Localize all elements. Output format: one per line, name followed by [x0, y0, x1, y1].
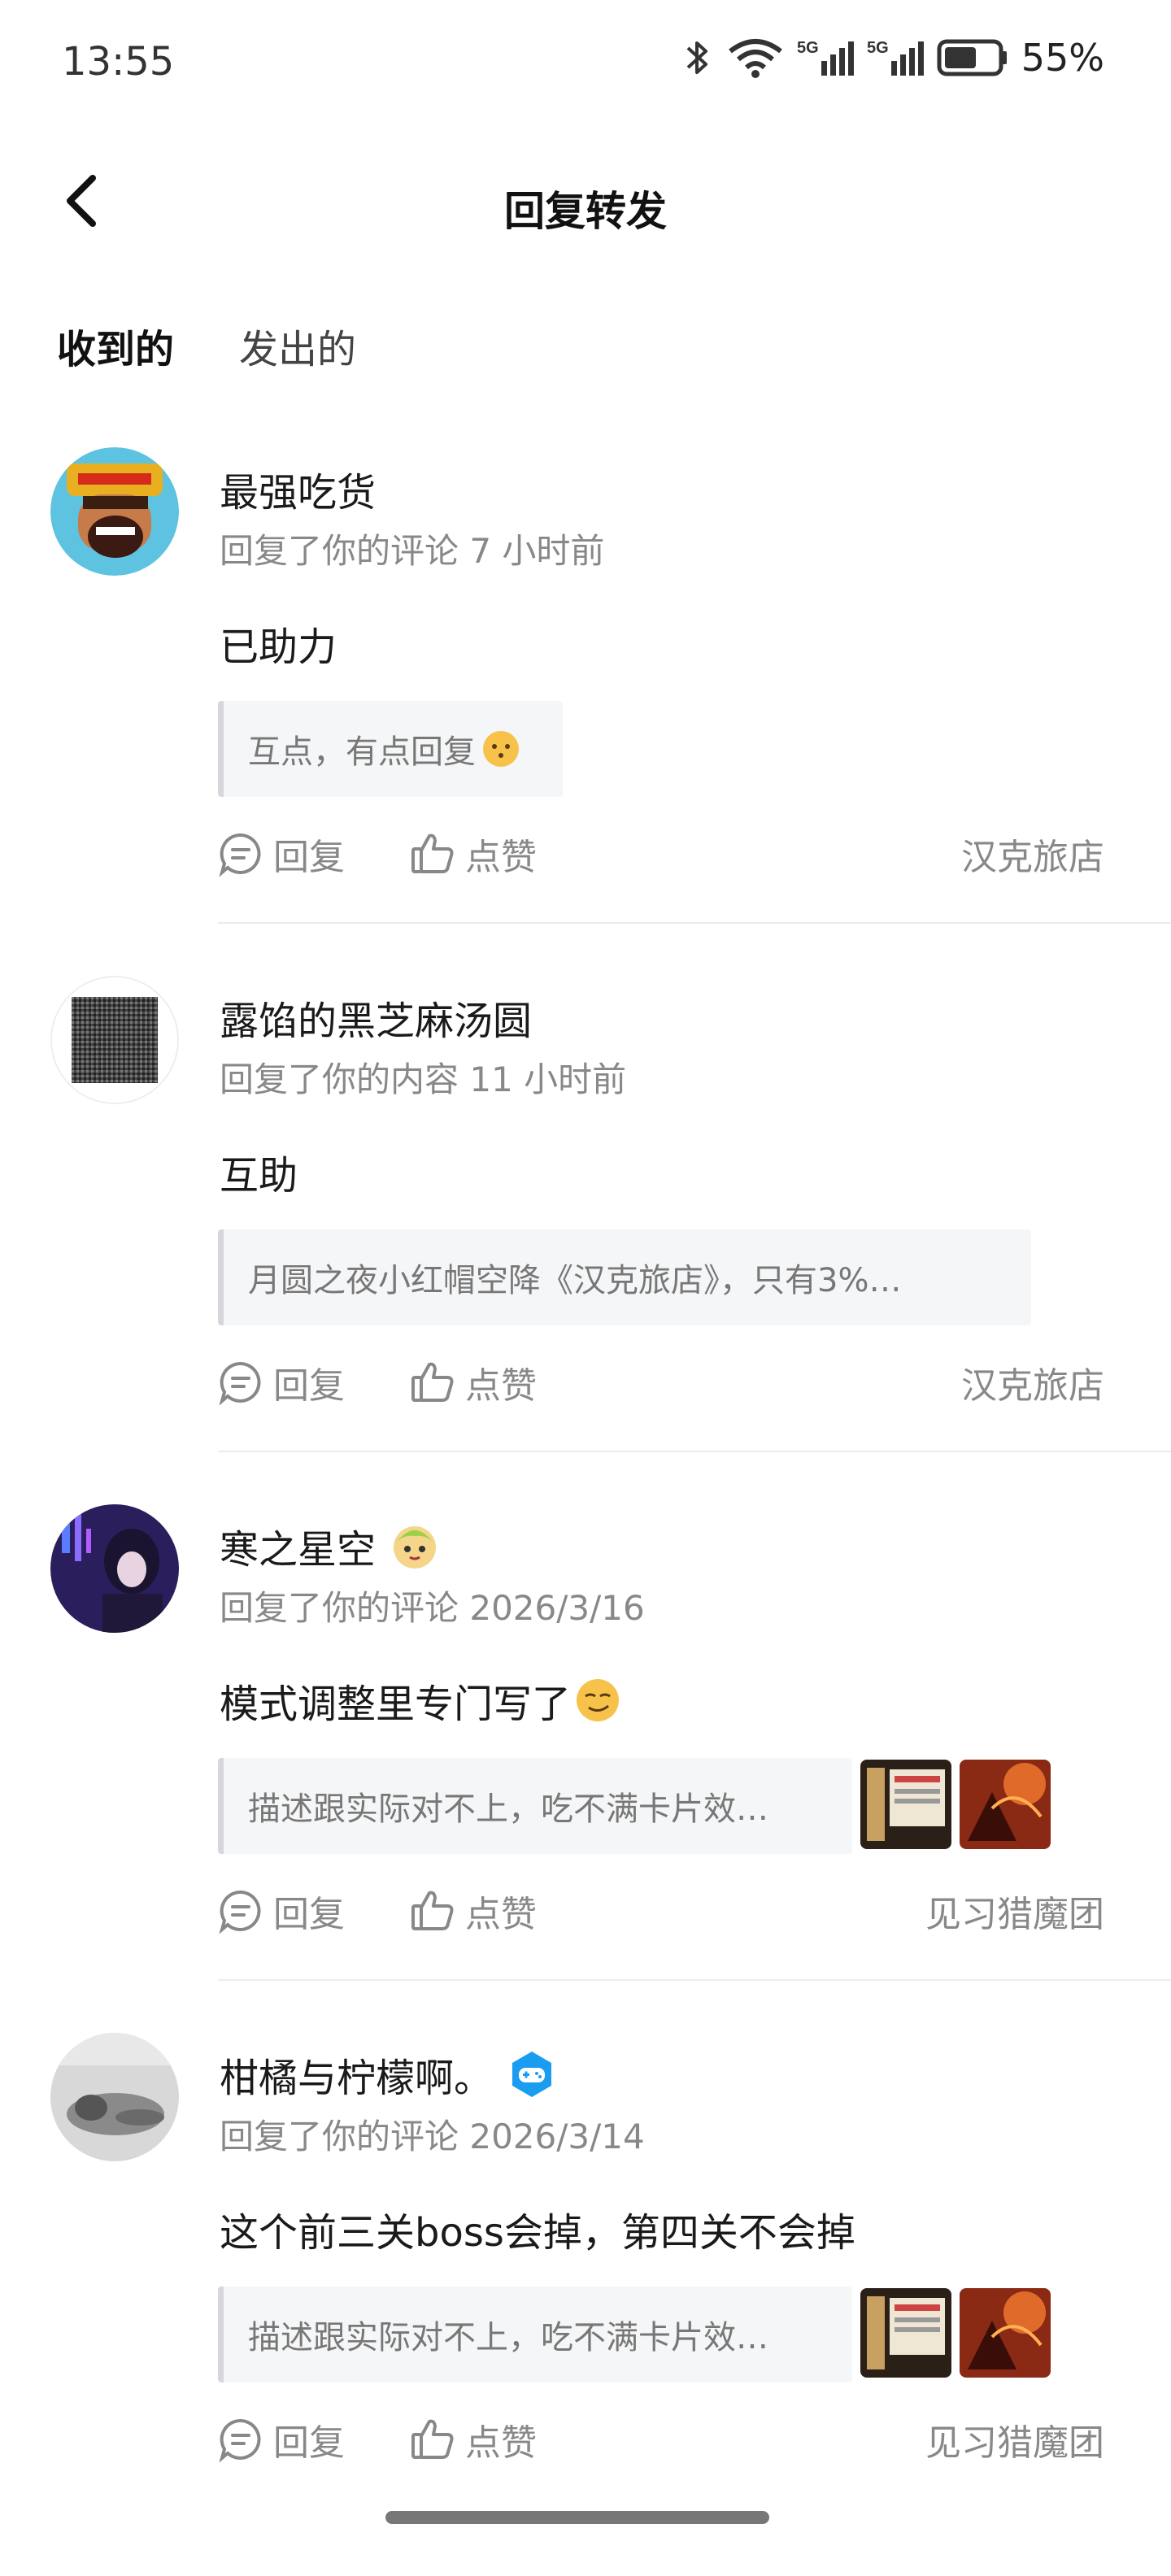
battery-percentage: 55%	[1021, 36, 1104, 80]
game-controller-badge-icon	[512, 2052, 552, 2097]
page-title: 回复转发	[504, 188, 667, 235]
avatar[interactable]	[50, 447, 179, 576]
svg-text:5G: 5G	[797, 39, 819, 57]
thumbs-up-icon	[411, 1891, 454, 1930]
avatar[interactable]	[50, 1504, 179, 1633]
emoji-icon	[483, 731, 519, 767]
like-button[interactable]: 点赞	[410, 828, 537, 880]
thumbnail-image[interactable]	[960, 1760, 1051, 1849]
quoted-content[interactable]: 月圆之夜小红帽空降《汉克旅店》，只有3%…	[218, 1229, 1031, 1325]
avatar-image	[50, 447, 179, 576]
game-tag[interactable]: 见习猎魔团	[925, 2413, 1104, 2465]
game-tag[interactable]: 见习猎魔团	[925, 1885, 1104, 1937]
like-button[interactable]: 点赞	[410, 1356, 537, 1408]
quote-thumbnails[interactable]	[860, 2288, 1051, 2378]
home-indicator[interactable]	[385, 2511, 769, 2524]
thumbnail-image[interactable]	[860, 2288, 951, 2378]
quote-thumbnails[interactable]	[860, 1760, 1051, 1849]
like-button[interactable]: 点赞	[410, 1885, 537, 1937]
avatar-image	[50, 2033, 179, 2161]
comment-icon	[219, 1890, 261, 1934]
item-meta: 回复了你的评论 2026/3/16	[220, 1588, 645, 1628]
user-name[interactable]: 寒之星空	[220, 1517, 441, 1574]
quoted-comment[interactable]: 描述跟实际对不上，吃不满卡片效…	[218, 1758, 852, 1854]
battery-icon	[937, 39, 1007, 76]
avatar-image	[72, 997, 158, 1083]
divider	[218, 1451, 1171, 1452]
user-badge-icon	[394, 1526, 437, 1569]
action-bar: 回复 点赞 汉克旅店	[218, 1356, 1104, 1408]
svg-text:5G: 5G	[867, 39, 889, 57]
reply-button[interactable]: 回复	[218, 2413, 345, 2465]
avatar-image	[50, 1504, 179, 1633]
signal-5g-icon-2: 5G	[867, 39, 924, 76]
reply-content: 互助	[220, 1153, 298, 1199]
reply-content: 已助力	[220, 624, 337, 670]
user-name[interactable]: 柑橘与柠檬啊。	[220, 2046, 558, 2103]
thumbs-up-icon	[411, 2419, 454, 2459]
game-tag[interactable]: 汉克旅店	[961, 828, 1104, 880]
thumbs-up-icon	[411, 833, 454, 873]
user-name[interactable]: 最强吃货	[220, 460, 376, 517]
quoted-comment[interactable]: 互点，有点回复	[218, 701, 563, 797]
tab-label: 收到的	[57, 327, 175, 372]
thumbnail-image[interactable]	[960, 2288, 1051, 2378]
comment-icon	[219, 1361, 261, 1405]
quoted-comment[interactable]: 描述跟实际对不上，吃不满卡片效…	[218, 2287, 852, 2382]
tab-label: 发出的	[239, 327, 357, 372]
bluetooth-icon	[686, 41, 707, 74]
status-icons: 5G 5G 55%	[681, 36, 1104, 80]
tab-received[interactable]: 收到的	[57, 317, 175, 381]
reply-button[interactable]: 回复	[218, 1885, 345, 1937]
wifi-icon	[728, 39, 782, 78]
tab-sent[interactable]: 发出的	[239, 317, 356, 374]
comment-icon	[219, 833, 261, 877]
action-bar: 回复 点赞 汉克旅店	[218, 828, 1104, 880]
status-time: 13:55	[62, 39, 175, 85]
game-tag[interactable]: 汉克旅店	[961, 1356, 1104, 1408]
like-button[interactable]: 点赞	[410, 2413, 537, 2465]
signal-5g-icon: 5G	[797, 39, 854, 76]
reply-button[interactable]: 回复	[218, 1356, 345, 1408]
item-meta: 回复了你的内容 11 小时前	[220, 1060, 627, 1099]
reply-content: 模式调整里专门写了	[220, 1672, 621, 1729]
comment-icon	[219, 2418, 261, 2462]
item-meta: 回复了你的评论 2026/3/14	[220, 2117, 645, 2156]
avatar[interactable]	[50, 976, 179, 1104]
smirk-emoji-icon	[577, 1679, 620, 1721]
action-bar: 回复 点赞 见习猎魔团	[218, 2413, 1104, 2465]
thumbnail-image[interactable]	[860, 1760, 951, 1849]
reply-content: 这个前三关boss会掉，第四关不会掉	[220, 2210, 855, 2256]
item-meta: 回复了你的评论 7 小时前	[220, 531, 605, 571]
avatar[interactable]	[50, 2033, 179, 2161]
tab-bar: 收到的 发出的	[57, 317, 356, 381]
status-bar: 13:55 5G 5G 55%	[0, 0, 1171, 130]
action-bar: 回复 点赞 见习猎魔团	[218, 1885, 1104, 1937]
divider	[218, 1979, 1171, 1981]
thumbs-up-icon	[411, 1362, 454, 1402]
user-name[interactable]: 露馅的黑芝麻汤圆	[220, 989, 532, 1046]
divider	[218, 922, 1171, 924]
reply-button[interactable]: 回复	[218, 828, 345, 880]
